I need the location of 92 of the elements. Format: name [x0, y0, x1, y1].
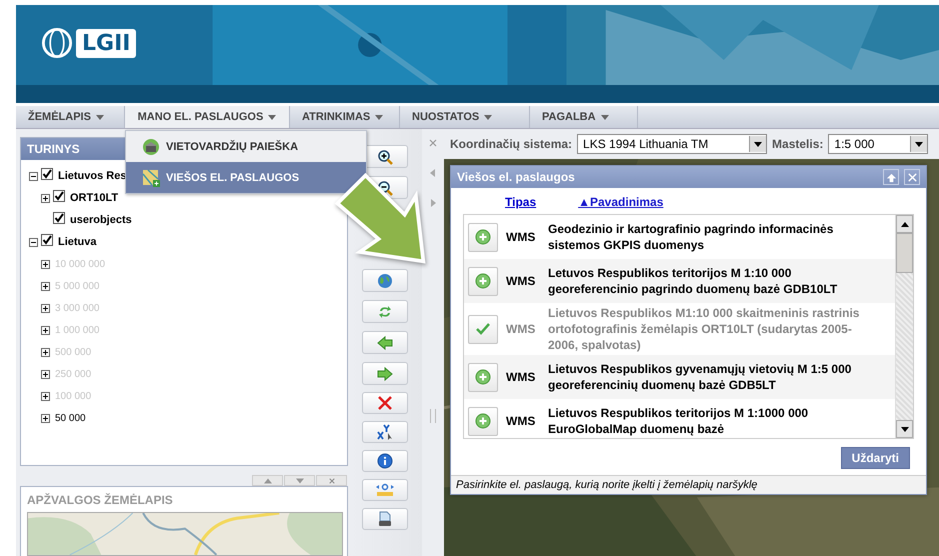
layer-label: 3 000 000	[55, 302, 100, 314]
plus-icon	[475, 413, 491, 429]
caret-icon	[915, 142, 924, 146]
tool-button[interactable]	[362, 331, 408, 354]
menu-item[interactable]: MANO EL. PASLAUGOS	[125, 106, 290, 128]
service-name: Geodezinio ir kartografinio pagrindo informacinės sistemos GKPIS duomenys	[548, 221, 834, 253]
panel-title: APŽVALGOS ŽEMĖLAPIS	[27, 493, 174, 508]
add-button[interactable]	[468, 314, 498, 344]
close-icon[interactable]	[904, 169, 920, 185]
logo-text: LGII	[76, 28, 136, 58]
close-icon[interactable]	[429, 139, 437, 147]
service-name: Lietuvos Respublikos gyvenamųjų vietovių M 1:5 000 georeferencinių duomenų bazė GDB5LT	[548, 361, 852, 393]
menu-item[interactable]: NUOSTATOS	[400, 106, 530, 128]
layer-label: 1 000 000	[55, 324, 100, 336]
expand-icon[interactable]	[41, 414, 50, 422]
layer-label: 500 000	[55, 346, 92, 358]
service-type: WMS	[506, 274, 536, 288]
left-arrow-icon	[377, 334, 393, 350]
coordinate-system-label: Koordinačių sistema:	[450, 137, 572, 151]
plus-icon	[475, 369, 491, 385]
caret-icon	[96, 114, 104, 120]
globe-icon	[40, 26, 74, 60]
add-button[interactable]	[468, 266, 498, 296]
layer-label: ORT10LT	[70, 192, 118, 204]
collapse-icon[interactable]	[29, 238, 38, 246]
scroll-down-icon[interactable]	[900, 426, 908, 432]
menu-item[interactable]: VIEŠOS EL. PASLAUGOS	[126, 162, 366, 193]
layer-label: userobjects	[70, 214, 132, 226]
checkbox[interactable]	[41, 168, 53, 180]
layer-label: 50 000	[55, 412, 86, 424]
tool-button[interactable]	[362, 479, 408, 501]
service-type: WMS	[506, 322, 536, 336]
plus-icon	[475, 273, 491, 289]
dialog-title: Viešos el. paslaugos	[457, 170, 575, 184]
document-icon	[377, 511, 393, 527]
service-type: WMS	[506, 414, 536, 428]
caret-icon	[754, 142, 762, 146]
map-add-icon	[142, 168, 160, 186]
building-globe-icon	[142, 138, 160, 156]
xy-cursor-icon	[377, 424, 393, 440]
maximize-icon[interactable]	[883, 169, 899, 185]
ruler-icon	[375, 482, 395, 498]
menu-item[interactable]: PAGALBA	[530, 106, 638, 128]
splitter-handle[interactable]	[430, 409, 436, 423]
tool-button[interactable]	[362, 450, 408, 472]
status-text: Pasirinkite el. paslaugą, kurią norite įkelti į žemėlapių naršyklę	[451, 475, 926, 494]
checkbox[interactable]	[53, 190, 65, 202]
scrollbar[interactable]	[895, 215, 913, 438]
layer-label: 250 000	[55, 368, 92, 380]
add-button[interactable]	[468, 222, 498, 252]
zoom-in-icon	[377, 148, 393, 164]
scroll-up-icon[interactable]	[900, 222, 908, 226]
tool-button[interactable]	[362, 392, 408, 414]
info-icon	[377, 453, 393, 469]
collapse-icon[interactable]	[29, 172, 38, 180]
sort-link[interactable]: Tipas	[505, 195, 536, 209]
close-button[interactable]: Uždaryti	[840, 447, 910, 469]
add-button[interactable]	[468, 362, 498, 392]
caret-icon	[268, 114, 276, 120]
layer-label: 5 000 000	[55, 280, 100, 292]
layer-label: Lietuva	[58, 236, 97, 248]
plus-icon	[475, 229, 491, 245]
delete-icon	[377, 395, 393, 411]
service-type: WMS	[506, 230, 536, 244]
service-name: Lietuvos Respublikos M1:10 000 skaitmeninis rastrinis ortofotografinis žemėlapis ORT10LT (sudarytas 2005-2006, spalvotas)	[548, 305, 860, 353]
layer-label: Lietuvos Res	[58, 170, 126, 182]
expand-icon[interactable]	[41, 194, 50, 202]
add-button[interactable]	[468, 406, 498, 436]
refresh-icon	[377, 304, 393, 320]
coordinate-system-select[interactable]: LKS 1994 Lithuania TM	[577, 134, 768, 154]
caret-icon	[484, 114, 492, 120]
caret-icon	[600, 114, 609, 120]
layer-label: 10 000 000	[55, 258, 106, 270]
tool-button[interactable]	[362, 508, 408, 530]
service-name: Lietuvos Respublikos teritorijos M 1:1000 000 EuroGlobalMap duomenų bazė	[548, 405, 810, 437]
scale-select[interactable]: 1:5 000	[828, 134, 928, 154]
sort-link[interactable]: ▲Pavadinimas	[578, 195, 664, 209]
globe-icon	[377, 272, 393, 288]
caret-icon	[375, 114, 384, 120]
layer-label: 100 000	[55, 390, 92, 402]
checkbox[interactable]	[41, 234, 53, 246]
checkbox[interactable]	[53, 212, 65, 224]
tool-button[interactable]	[362, 362, 408, 385]
service-name: Letuvos Respublikos teritorijos M 1:10 000 georeferencinio pagrindo duomenų bazė GDB10LT	[548, 265, 838, 297]
tool-button[interactable]	[362, 421, 408, 443]
service-type: WMS	[506, 370, 536, 384]
menu-item[interactable]: ATRINKIMAS	[290, 106, 400, 128]
scale-label: Mastelis:	[772, 137, 824, 151]
right-arrow-icon	[377, 366, 393, 382]
check-icon	[475, 321, 491, 337]
close-icon[interactable]	[316, 475, 347, 486]
scrollbar-thumb[interactable]	[896, 233, 913, 273]
